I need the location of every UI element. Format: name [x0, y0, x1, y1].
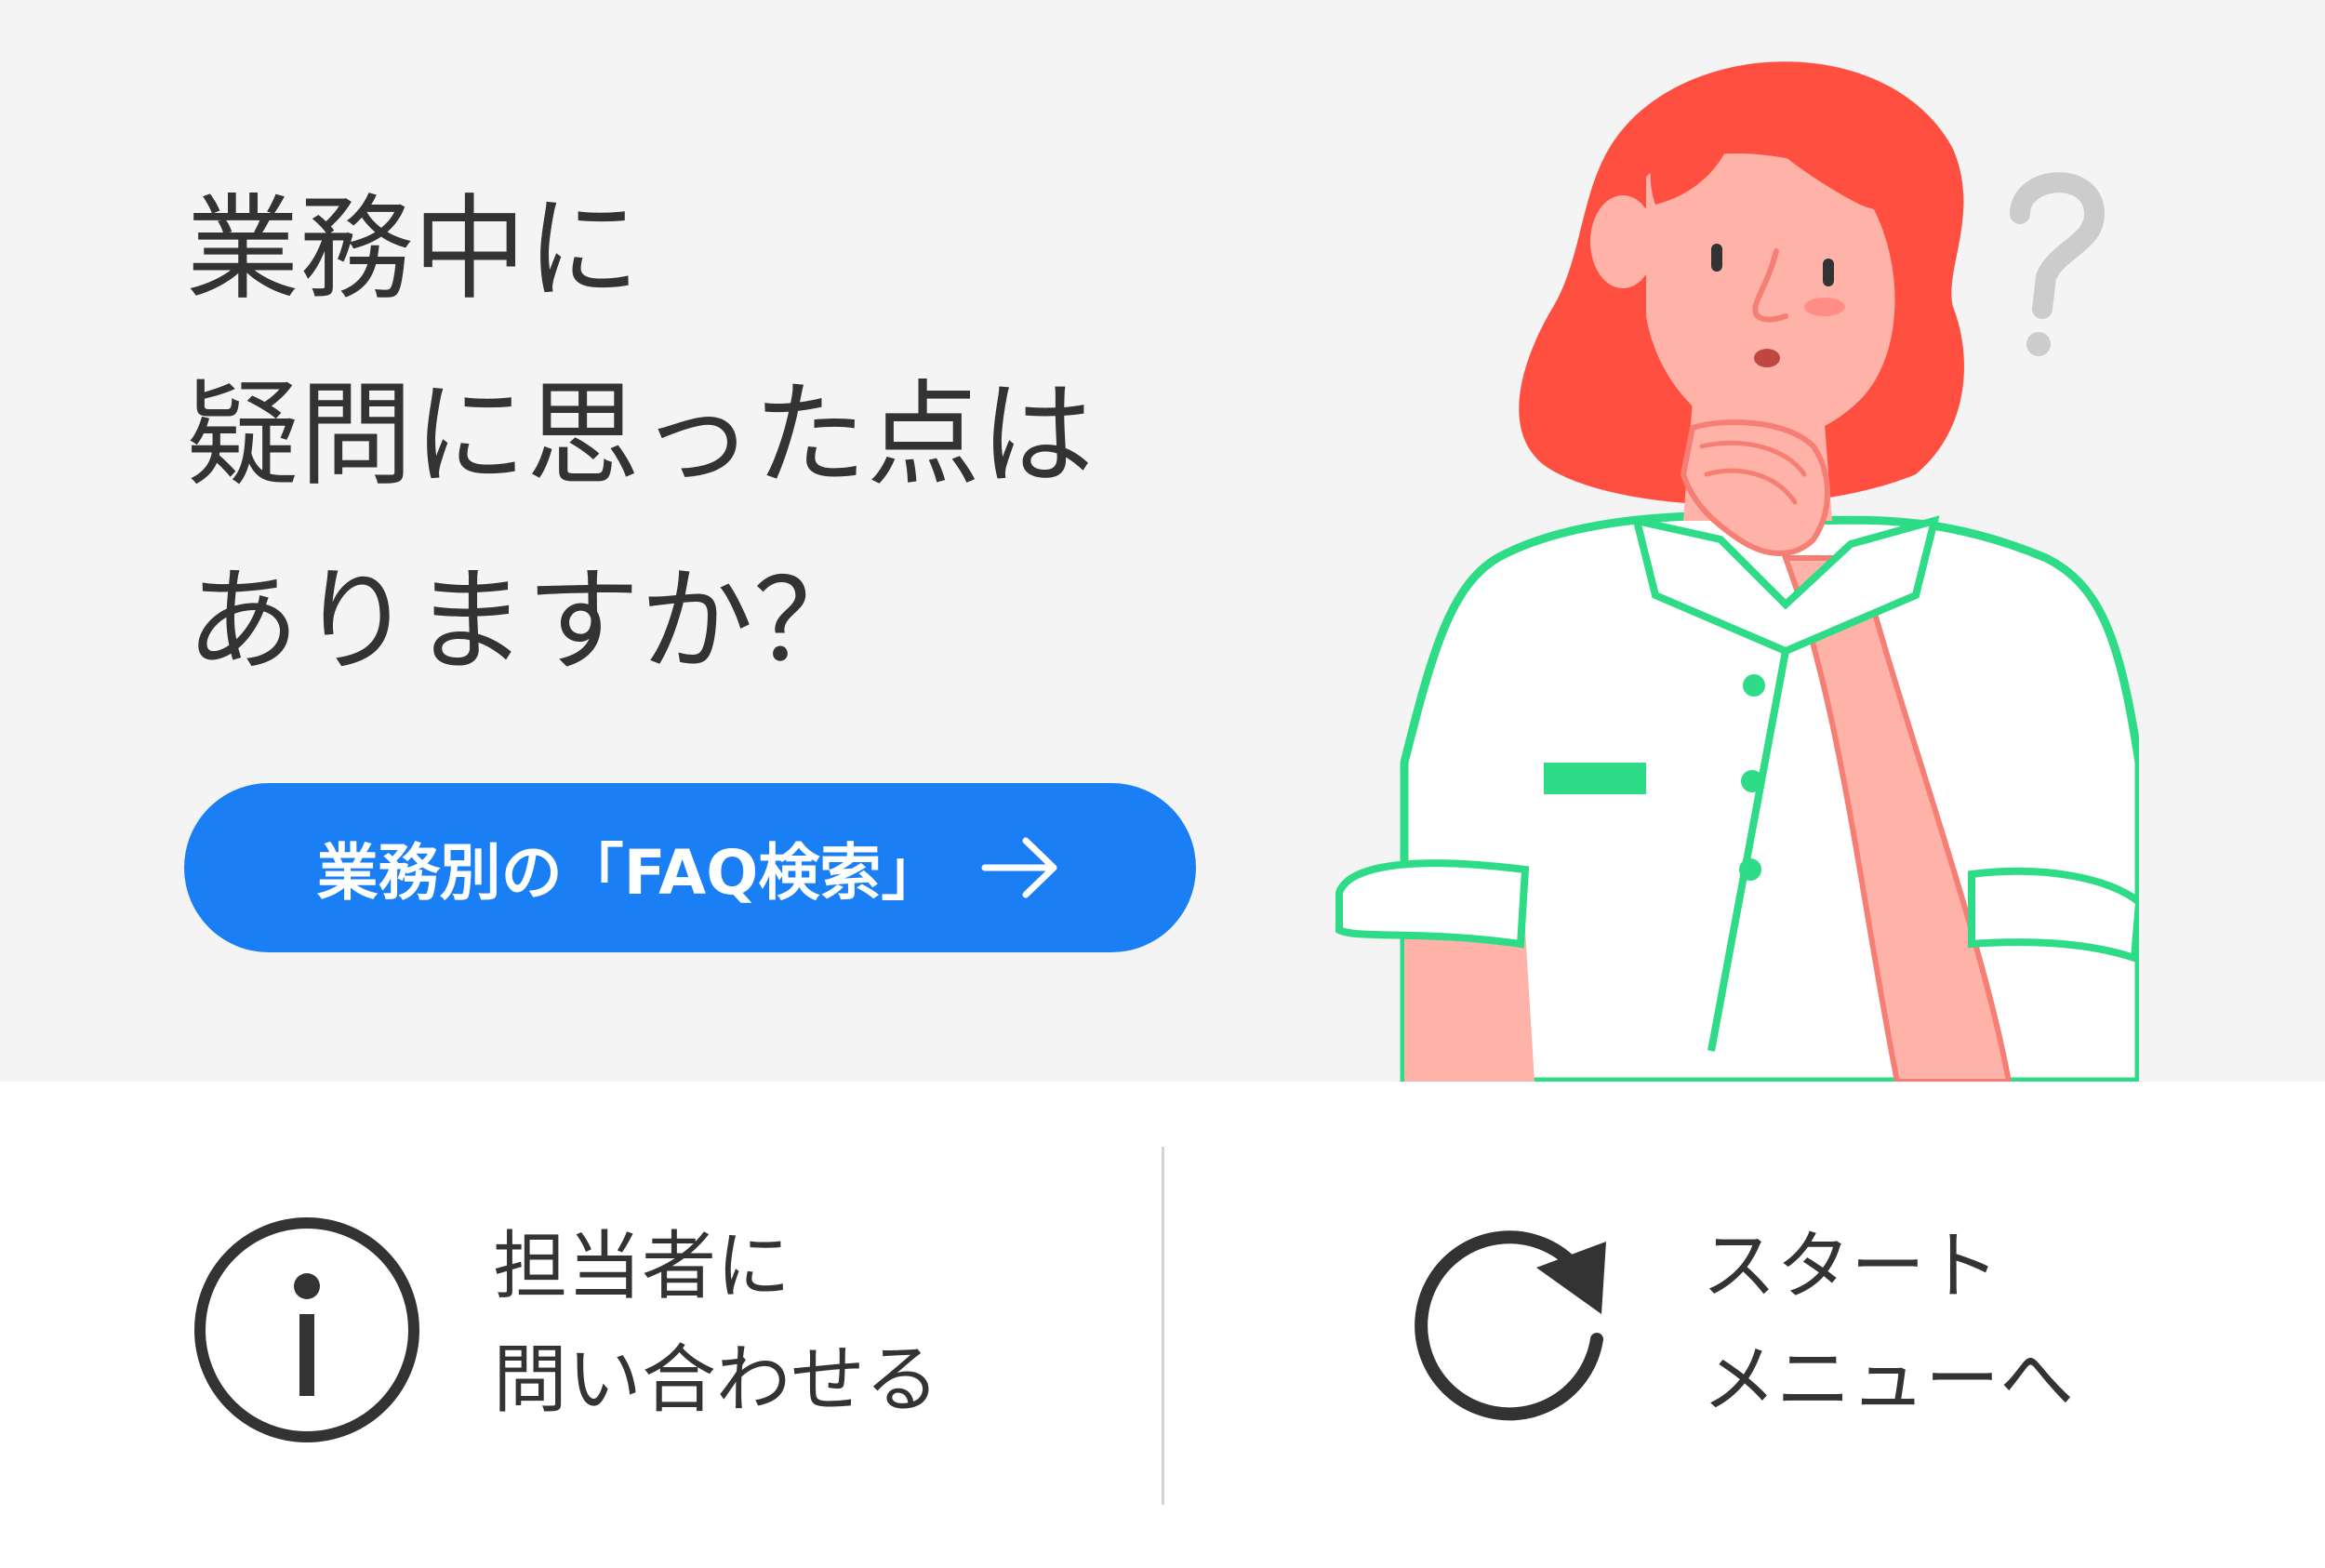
- left-arm: [1404, 930, 1534, 1082]
- contact-staff-label-line-1: 担当者に: [493, 1223, 790, 1309]
- ear: [1590, 195, 1655, 288]
- headline-line-2: 疑問に思った点は: [186, 369, 1094, 501]
- contact-staff-label: 担当者に 問い合わせる: [493, 1210, 939, 1437]
- left-sleeve-cuff: [1335, 859, 1530, 949]
- right-sleeve-cuff: [1968, 867, 2139, 963]
- headline-line-1: 業務中に: [186, 183, 640, 315]
- start-menu-button[interactable]: スタート メニューへ: [1164, 1082, 2325, 1568]
- name-badge: [1544, 763, 1646, 794]
- faq-search-button-label: 業務別の「FAQ検索」: [316, 837, 943, 909]
- start-menu-label-line-1: スタート: [1702, 1223, 2000, 1309]
- headline: 業務中に 疑問に思った点は ありますか？: [186, 156, 1094, 714]
- refresh-icon: [1397, 1214, 1629, 1450]
- thinking-nurse-illustration: [1335, 61, 2139, 1082]
- contact-staff-button[interactable]: 担当者に 問い合わせる: [0, 1082, 1161, 1568]
- start-menu-label-line-2: メニューへ: [1702, 1336, 2074, 1423]
- arrow-right-icon: [979, 835, 1063, 900]
- hero-section: 業務中に 疑問に思った点は ありますか？ 業務別の「FAQ検索」: [0, 0, 2325, 1082]
- headline-line-3: ありますか？: [186, 555, 867, 687]
- faq-search-button[interactable]: 業務別の「FAQ検索」: [184, 783, 1196, 952]
- contact-staff-label-line-2: 問い合わせる: [493, 1336, 939, 1423]
- info-icon: [191, 1214, 423, 1450]
- question-mark-icon: [2010, 172, 2106, 356]
- start-menu-label: スタート メニューへ: [1702, 1210, 2074, 1437]
- bottom-action-bar: 担当者に 問い合わせる スタート メニューへ: [0, 1082, 2325, 1568]
